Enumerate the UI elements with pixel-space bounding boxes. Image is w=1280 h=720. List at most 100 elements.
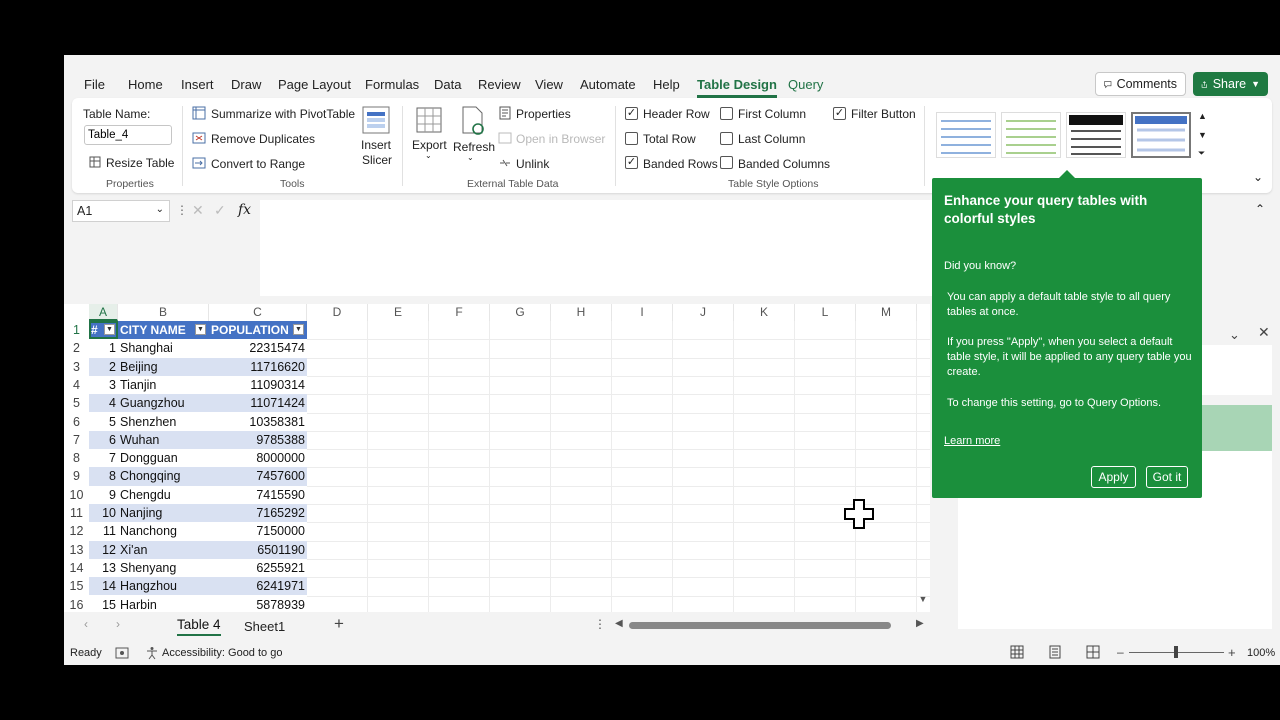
chevron-down-icon[interactable]: ⌄ [425,151,432,160]
scroll-left-icon[interactable]: ◀ [615,618,623,629]
active-cell[interactable] [89,321,118,339]
cell-population[interactable]: 11716620 [209,358,306,376]
gallery-more-icon[interactable]: ⏷ [1198,148,1205,159]
tab-file[interactable]: File [84,77,105,92]
cell-rank[interactable]: 4 [89,394,118,412]
row-header-6[interactable]: 6 [64,413,89,431]
table-name-input[interactable] [84,125,172,145]
column-header-j[interactable]: J [673,304,734,321]
resize-table-button[interactable]: Resize Table [106,156,174,170]
cell-city-name[interactable]: Harbin [120,596,209,613]
insert-slicer-label-2[interactable]: Slicer [362,153,392,167]
column-header-m[interactable]: M [856,304,917,321]
column-header-c[interactable]: C [209,304,307,321]
column-header-d[interactable]: D [307,304,368,321]
insert-slicer-label-1[interactable]: Insert [361,138,391,152]
tab-query[interactable]: Query [788,77,823,92]
open-in-browser-button[interactable]: Open in Browser [516,132,605,146]
cell-rank[interactable]: 11 [89,522,118,540]
filter-dropdown-icon[interactable]: ▼ [195,324,206,335]
table-style-medium-blue[interactable] [1131,112,1191,158]
zoom-slider-thumb[interactable] [1174,646,1178,658]
chevron-down-icon[interactable]: ⌄ [156,204,164,215]
chevron-up-icon[interactable]: ⌃ [1255,202,1265,216]
column-header-h[interactable]: H [551,304,612,321]
first-column-checkbox[interactable] [720,107,733,120]
table-header-cell[interactable]: CITY NAME [120,321,195,339]
cancel-icon[interactable]: ✕ [192,202,204,219]
cell-city-name[interactable]: Shanghai [120,339,209,357]
cell-population[interactable]: 9785388 [209,431,306,449]
gallery-down-icon[interactable]: ▼ [1198,130,1207,140]
last-column-checkbox[interactable] [720,132,733,145]
banded-columns-checkbox[interactable] [720,156,733,169]
table-style-dark[interactable] [1066,112,1126,158]
cell-rank[interactable]: 6 [89,431,118,449]
summarize-pivot-button[interactable]: Summarize with PivotTable [211,107,355,121]
scroll-down-icon[interactable]: ▼ [916,594,930,604]
column-header-e[interactable]: E [368,304,429,321]
gallery-up-icon[interactable]: ▲ [1198,111,1207,121]
tab-data[interactable]: Data [434,77,461,92]
cell-city-name[interactable]: Guangzhou [120,394,209,412]
cell-rank[interactable]: 5 [89,413,118,431]
row-header-2[interactable]: 2 [64,339,89,357]
cell-rank[interactable]: 13 [89,559,118,577]
chevron-down-icon[interactable]: ▼ [1251,79,1260,89]
tab-insert[interactable]: Insert [181,77,214,92]
tab-automate[interactable]: Automate [580,77,636,92]
scroll-right-icon[interactable]: ▶ [916,618,924,629]
tab-draw[interactable]: Draw [231,77,261,92]
cell-rank[interactable]: 12 [89,541,118,559]
column-header-b[interactable]: B [118,304,209,321]
zoom-in-button[interactable]: + [1228,645,1236,660]
cell-rank[interactable]: 8 [89,467,118,485]
filter-button-checkbox[interactable]: ✓ [833,107,846,120]
more-options-icon[interactable]: ⋮ [176,203,188,217]
close-icon[interactable]: ✕ [1258,324,1270,341]
accessibility-status[interactable]: Accessibility: Good to go [162,647,282,659]
column-header-i[interactable]: I [612,304,673,321]
row-header-7[interactable]: 7 [64,431,89,449]
tab-view[interactable]: View [535,77,563,92]
table-style-light-blue[interactable] [936,112,996,158]
cell-city-name[interactable]: Nanchong [120,522,209,540]
cell-population[interactable]: 7165292 [209,504,306,522]
sheet-tab-table-4[interactable]: Table 4 [177,617,221,636]
total-row-checkbox[interactable] [625,132,638,145]
cell-population[interactable]: 7457600 [209,467,306,485]
row-header-12[interactable]: 12 [64,522,89,540]
cell-city-name[interactable]: Xi'an [120,541,209,559]
row-header-4[interactable]: 4 [64,376,89,394]
tab-table-design[interactable]: Table Design [697,77,777,98]
cell-rank[interactable]: 10 [89,504,118,522]
cell-city-name[interactable]: Tianjin [120,376,209,394]
cell-city-name[interactable]: Chengdu [120,486,209,504]
row-header-13[interactable]: 13 [64,541,89,559]
page-layout-view-icon[interactable] [1048,645,1062,659]
unlink-button[interactable]: Unlink [516,157,549,171]
cell-population[interactable]: 8000000 [209,449,306,467]
accessibility-icon[interactable] [145,646,159,660]
tab-help[interactable]: Help [653,77,680,92]
insert-function-icon[interactable]: fx [238,202,251,218]
table-header-cell[interactable]: POPULATION [211,321,293,339]
remove-duplicates-button[interactable]: Remove Duplicates [211,132,315,146]
cell-rank[interactable]: 3 [89,376,118,394]
column-header-l[interactable]: L [795,304,856,321]
cell-population[interactable]: 5878939 [209,596,306,613]
column-header-f[interactable]: F [429,304,490,321]
cell-population[interactable]: 22315474 [209,339,306,357]
cell-city-name[interactable]: Chongqing [120,467,209,485]
cell-population[interactable]: 6241971 [209,577,306,595]
next-sheet-icon[interactable]: › [116,617,120,631]
row-header-1[interactable]: 1 [64,321,89,339]
chevron-down-icon[interactable]: ⌄ [1229,327,1240,343]
select-all-corner[interactable] [64,304,89,321]
convert-range-button[interactable]: Convert to Range [211,157,305,171]
zoom-out-button[interactable]: – [1117,645,1124,659]
cell-city-name[interactable]: Dongguan [120,449,209,467]
column-header-k[interactable]: K [734,304,795,321]
cell-population[interactable]: 7415590 [209,486,306,504]
sheet-tab-sheet1[interactable]: Sheet1 [244,619,285,634]
